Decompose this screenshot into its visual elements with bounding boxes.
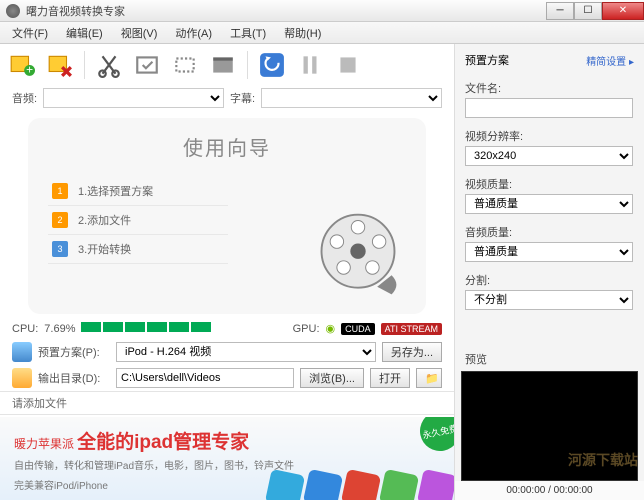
folder-icon — [12, 368, 32, 388]
effect-icon[interactable] — [209, 51, 237, 79]
output-dir-input[interactable] — [116, 368, 294, 388]
time-display: 00:00:00 / 00:00:00 — [455, 481, 644, 500]
resolution-select[interactable]: 320x240 — [465, 146, 633, 166]
preview-area — [461, 371, 638, 481]
wizard-panel: 使用向导 11.选择预置方案 22.添加文件 33.开始转换 — [28, 118, 426, 314]
vquality-label: 视频质量: — [455, 172, 644, 194]
explorer-button[interactable]: 📁 — [416, 368, 442, 388]
aquality-select[interactable]: 普通质量 — [465, 242, 633, 262]
wizard-title: 使用向导 — [48, 132, 406, 161]
close-button[interactable]: ✕ — [602, 2, 644, 20]
cuda-badge: CUDA — [341, 323, 375, 335]
ad-cubes-icon — [268, 472, 454, 500]
window-title: 曙力音视频转换专家 — [26, 3, 546, 19]
nvidia-icon: ◉ — [326, 322, 336, 335]
edit-icon[interactable] — [133, 51, 161, 79]
menu-bar: 文件(F) 编辑(E) 视图(V) 动作(A) 工具(T) 帮助(H) — [0, 22, 644, 44]
cut-icon[interactable] — [95, 51, 123, 79]
audio-label: 音频: — [12, 90, 37, 106]
ati-badge: ATI STREAM — [381, 323, 442, 335]
maximize-button[interactable]: ☐ — [574, 2, 602, 20]
preset-icon — [12, 342, 32, 362]
aquality-label: 音频质量: — [455, 220, 644, 242]
step-icon: 1 — [52, 183, 68, 199]
menu-edit[interactable]: 编辑(E) — [58, 23, 111, 43]
svg-text:+: + — [26, 63, 33, 77]
step-icon: 3 — [52, 241, 68, 257]
free-badge: 永久免费 — [416, 417, 454, 455]
wizard-step-2[interactable]: 22.添加文件 — [48, 206, 228, 235]
subtitle-label: 字幕: — [230, 90, 255, 106]
open-button[interactable]: 打开 — [370, 368, 410, 388]
resolution-label: 视频分辨率: — [455, 124, 644, 146]
filename-label: 文件名: — [455, 76, 644, 98]
app-icon — [6, 4, 20, 18]
cpu-label: CPU: — [12, 323, 38, 335]
wizard-step-1[interactable]: 11.选择预置方案 — [48, 177, 228, 206]
split-label: 分割: — [455, 268, 644, 290]
status-bar: 请添加文件 — [0, 391, 454, 415]
subtitle-select[interactable] — [261, 88, 442, 108]
menu-help[interactable]: 帮助(H) — [276, 23, 329, 43]
cpu-bars — [81, 322, 213, 335]
save-as-button[interactable]: 另存为... — [382, 342, 442, 362]
advanced-settings-link[interactable]: 精简设置 ▸ — [586, 53, 634, 68]
film-reel-icon — [310, 208, 406, 304]
cpu-value: 7.69% — [44, 323, 75, 335]
minimize-button[interactable]: ─ — [546, 2, 574, 20]
add-file-icon[interactable]: + — [8, 51, 36, 79]
preset-panel-title: 预置方案 — [465, 52, 509, 68]
preview-label: 预览 — [455, 345, 644, 371]
preset-select[interactable]: iPod - H.264 视频 — [116, 342, 376, 362]
browse-button[interactable]: 浏览(B)... — [300, 368, 364, 388]
pause-icon[interactable] — [296, 51, 324, 79]
vquality-select[interactable]: 普通质量 — [465, 194, 633, 214]
gpu-label: GPU: — [293, 323, 320, 335]
ad-banner[interactable]: 永久免费 暖力苹果派 全能的ipad管理专家 自由传输，转化和管理iPad音乐，… — [0, 417, 454, 500]
output-label: 输出目录(D): — [38, 370, 110, 386]
audio-select[interactable] — [43, 88, 224, 108]
split-select[interactable]: 不分割 — [465, 290, 633, 310]
menu-view[interactable]: 视图(V) — [113, 23, 166, 43]
remove-file-icon[interactable] — [46, 51, 74, 79]
wizard-step-3[interactable]: 33.开始转换 — [48, 235, 228, 264]
menu-action[interactable]: 动作(A) — [167, 23, 220, 43]
stop-icon[interactable] — [334, 51, 362, 79]
convert-icon[interactable] — [258, 51, 286, 79]
menu-tools[interactable]: 工具(T) — [222, 23, 274, 43]
step-icon: 2 — [52, 212, 68, 228]
menu-file[interactable]: 文件(F) — [4, 23, 56, 43]
crop-icon[interactable] — [171, 51, 199, 79]
preset-label: 预置方案(P): — [38, 344, 110, 360]
filename-input[interactable] — [465, 98, 633, 118]
